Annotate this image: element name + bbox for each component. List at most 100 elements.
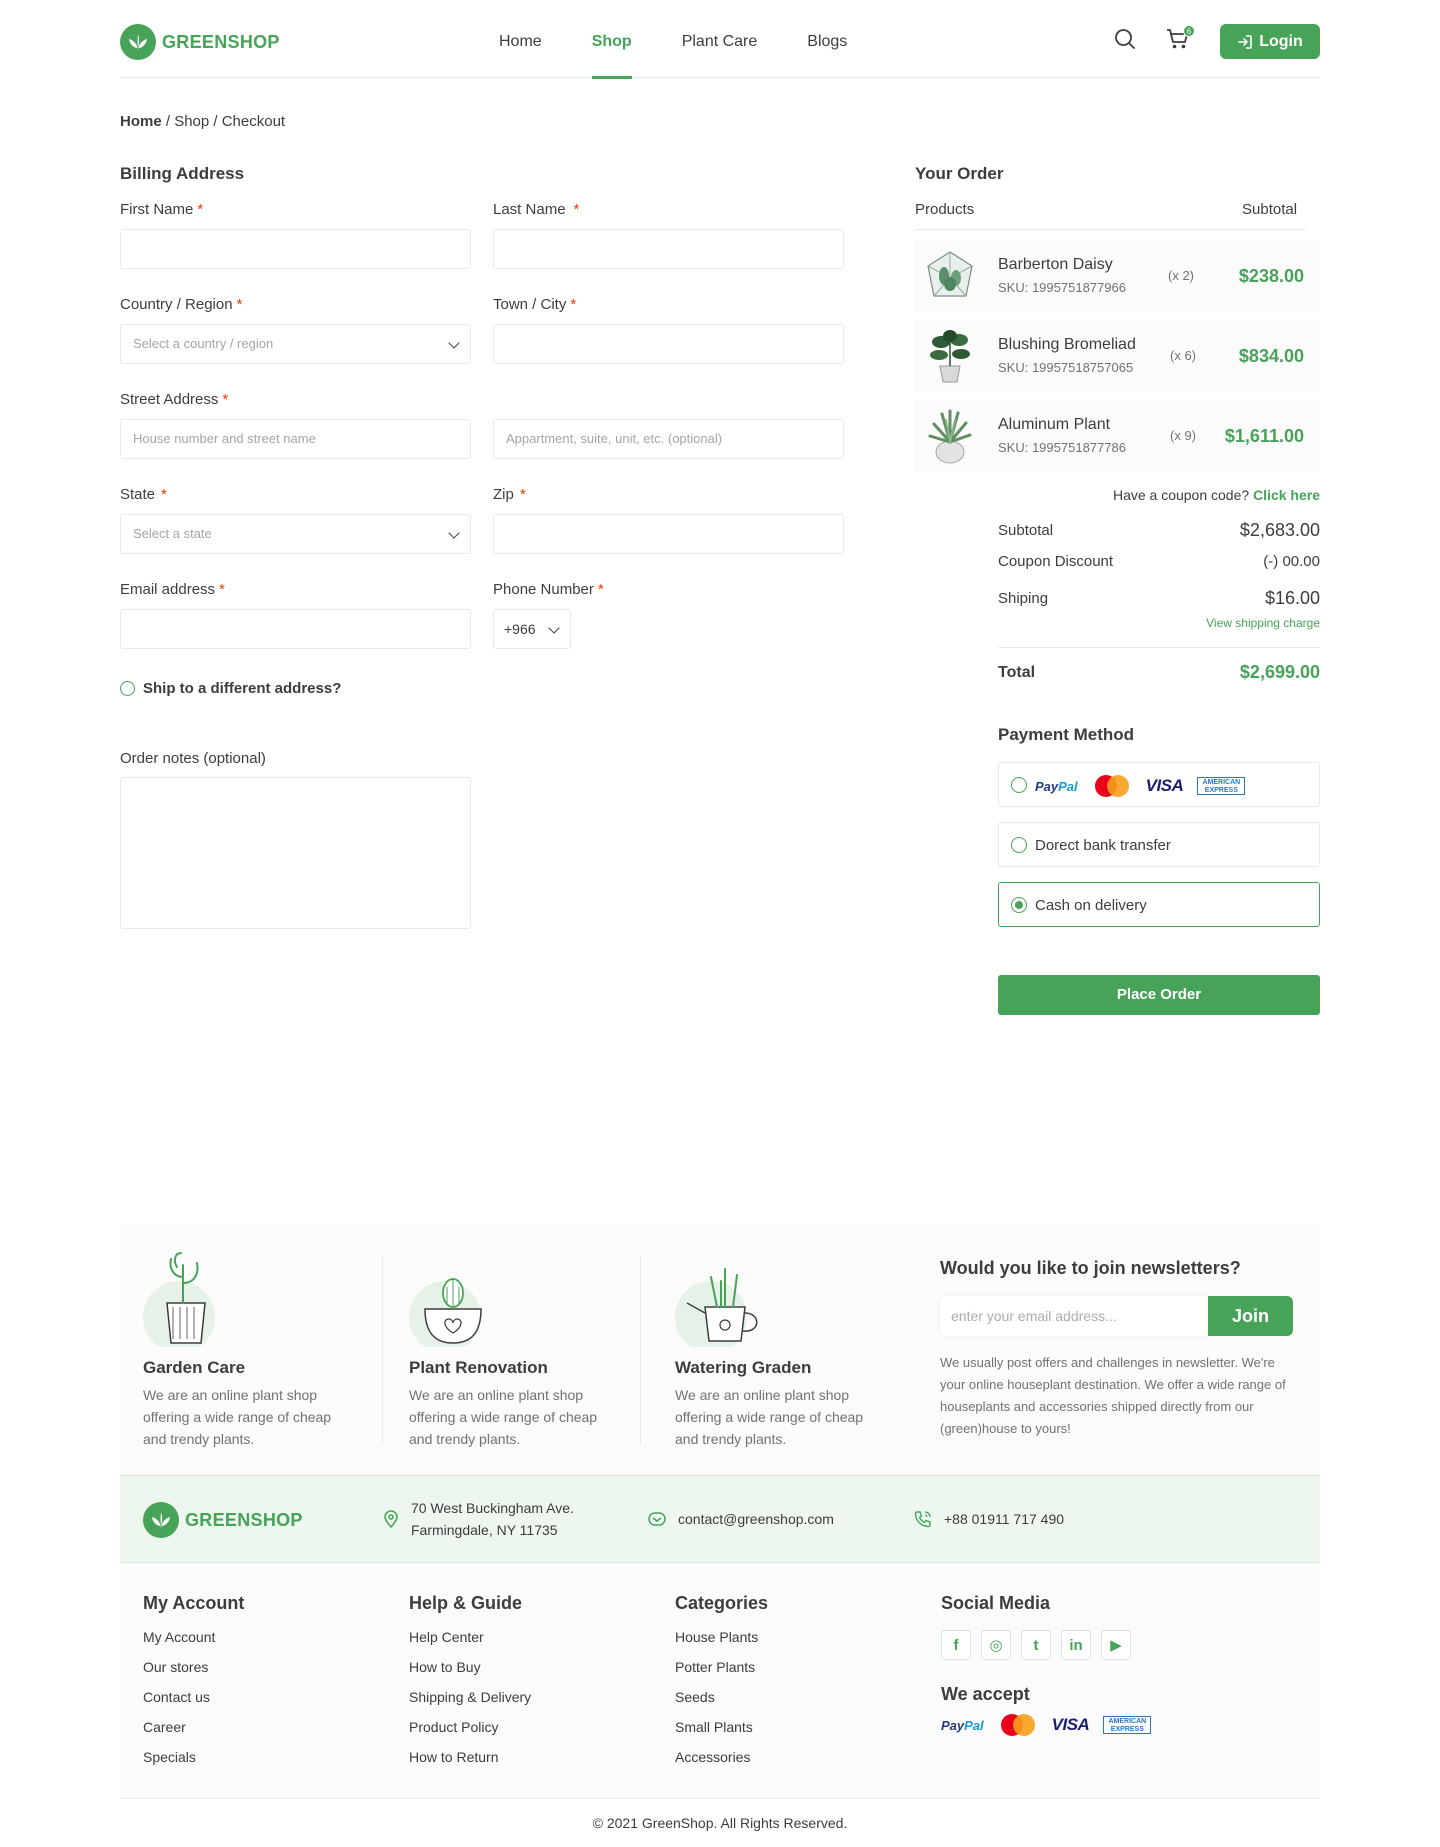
instagram-icon[interactable]: ◎ <box>981 1630 1011 1660</box>
column-title: Help & Guide <box>409 1593 523 1613</box>
cactus-pot-icon <box>143 1252 215 1347</box>
footer-link[interactable]: Shipping & Delivery <box>409 1682 531 1712</box>
zip-label: Zip * <box>493 486 526 503</box>
payment-option-cards[interactable]: PayPal VISA AMERICAN EXPRESS <box>998 762 1320 807</box>
total-divider <box>998 647 1320 648</box>
payment-option-cod[interactable]: Cash on delivery <box>998 882 1320 927</box>
first-name-input[interactable] <box>120 229 471 269</box>
product-name: Barberton Daisy <box>998 256 1113 273</box>
order-item: Blushing Bromeliad SKU: 19957518757065 (… <box>914 321 1320 391</box>
footer-link[interactable]: House Plants <box>675 1622 768 1652</box>
last-name-label: Last Name * <box>493 201 580 218</box>
newsletter-email-input[interactable]: enter your email address... <box>940 1296 1208 1336</box>
header-actions: 6 Login <box>1114 24 1320 59</box>
order-notes-label: Order notes (optional) <box>120 750 266 767</box>
product-price: $238.00 <box>1238 266 1304 286</box>
footer-features: Garden Care We are an online plant shop … <box>120 1225 1320 1475</box>
login-icon <box>1238 34 1253 49</box>
apartment-input[interactable]: Appartment, suite, unit, etc. (optional) <box>493 419 844 459</box>
coupon-discount-label: Coupon Discount <box>998 553 1114 570</box>
footer-logo[interactable]: GREENSHOP <box>143 1502 303 1538</box>
place-order-button[interactable]: Place Order <box>998 975 1320 1015</box>
breadcrumb-home[interactable]: Home <box>120 113 162 130</box>
payment-option-bank[interactable]: Dorect bank transfer <box>998 822 1320 867</box>
phone-label: Phone Number * <box>493 581 604 598</box>
feature-description: We are an online plant shop offering a w… <box>143 1387 332 1447</box>
logo[interactable]: GREENSHOP <box>120 24 280 60</box>
cart-icon[interactable]: 6 <box>1166 25 1195 55</box>
footer-col-categories: Categories House Plants Potter Plants Se… <box>675 1593 768 1772</box>
column-title: My Account <box>143 1593 245 1613</box>
product-sku: SKU: 19957518757065 <box>998 360 1134 375</box>
social-links: f ◎ t in ▶ <box>941 1630 1151 1660</box>
logo-leaf-icon <box>120 24 156 60</box>
footer-links: My Account My Account Our stores Contact… <box>120 1563 1320 1799</box>
paypal-logo: PayPal <box>1035 778 1078 794</box>
login-button[interactable]: Login <box>1220 24 1320 59</box>
footer-col-help: Help & Guide Help Center How to Buy Ship… <box>409 1593 531 1772</box>
footer-link[interactable]: Career <box>143 1712 244 1742</box>
facebook-icon[interactable]: f <box>941 1630 971 1660</box>
search-icon[interactable] <box>1114 28 1136 55</box>
state-select[interactable]: Select a state <box>120 514 471 554</box>
divider <box>382 1255 383 1445</box>
footer-link[interactable]: Small Plants <box>675 1712 768 1742</box>
total-value: $2,699.00 <box>1239 662 1320 682</box>
newsletter-description: We usually post offers and challenges in… <box>940 1355 1286 1436</box>
footer-link[interactable]: Seeds <box>675 1682 768 1712</box>
town-label: Town / City * <box>493 296 577 313</box>
order-notes-textarea[interactable] <box>120 777 471 929</box>
footer-address: 70 West Buckingham Ave. Farmingdale, NY 1… <box>383 1497 574 1541</box>
nav-blogs[interactable]: Blogs <box>807 0 847 78</box>
location-pin-icon <box>384 1510 398 1528</box>
products-column-header: Products <box>915 201 975 218</box>
payment-option-label: Cash on delivery <box>1035 897 1147 914</box>
payment-radio[interactable] <box>1011 777 1027 793</box>
coupon-link[interactable]: Click here <box>1253 487 1320 503</box>
footer-link[interactable]: Accessories <box>675 1742 768 1772</box>
nav-plant-care[interactable]: Plant Care <box>682 0 758 78</box>
payment-radio[interactable] <box>1011 837 1027 853</box>
footer-link[interactable]: My Account <box>143 1622 244 1652</box>
linkedin-icon[interactable]: in <box>1061 1630 1091 1660</box>
zip-input[interactable] <box>493 514 844 554</box>
ship-different-radio[interactable] <box>120 681 135 696</box>
footer-link[interactable]: Contact us <box>143 1682 244 1712</box>
product-price: $1,611.00 <box>1224 426 1304 446</box>
twitter-icon[interactable]: t <box>1021 1630 1051 1660</box>
street-input[interactable]: House number and street name <box>120 419 471 459</box>
footer-link[interactable]: Our stores <box>143 1652 244 1682</box>
potted-cactus-heart-icon <box>409 1278 482 1347</box>
footer-link[interactable]: Product Policy <box>409 1712 531 1742</box>
billing-title: Billing Address <box>120 164 245 183</box>
phone-code-select[interactable]: +966 <box>493 609 571 649</box>
town-input[interactable] <box>493 324 844 364</box>
footer-link[interactable]: How to Return <box>409 1742 531 1772</box>
feature-description: We are an online plant shop offering a w… <box>409 1387 598 1447</box>
footer-col-social: Social Media f ◎ t in ▶ We accept PayPal… <box>941 1593 1152 1737</box>
view-shipping-charge-link[interactable]: View shipping charge <box>1206 616 1320 630</box>
footer-email[interactable]: contact@greenshop.com <box>648 1508 834 1530</box>
footer-link[interactable]: Specials <box>143 1742 244 1772</box>
street-label: Street Address * <box>120 391 229 408</box>
ship-different-option[interactable]: Ship to a different address? <box>120 680 341 697</box>
youtube-icon[interactable]: ▶ <box>1101 1630 1131 1660</box>
coupon-discount-value: (-) 00.00 <box>1263 553 1320 570</box>
we-accept-title: We accept <box>941 1684 1030 1704</box>
first-name-label: First Name * <box>120 201 204 218</box>
nav-home[interactable]: Home <box>499 0 542 78</box>
footer-link[interactable]: Potter Plants <box>675 1652 768 1682</box>
logo-leaf-icon <box>143 1502 179 1538</box>
feature-title: Plant Renovation <box>409 1358 548 1377</box>
payment-method-title: Payment Method <box>998 725 1135 744</box>
last-name-input[interactable] <box>493 229 844 269</box>
email-input[interactable] <box>120 609 471 649</box>
footer-phone[interactable]: +88 01911 717 490 <box>914 1508 1064 1530</box>
nav-shop[interactable]: Shop <box>591 0 632 79</box>
country-select[interactable]: Select a country / region <box>120 324 471 364</box>
footer-link[interactable]: How to Buy <box>409 1652 531 1682</box>
payment-radio-selected[interactable] <box>1011 897 1027 913</box>
footer-link[interactable]: Help Center <box>409 1622 531 1652</box>
state-label: State * <box>120 486 167 503</box>
newsletter-join-button[interactable]: Join <box>1208 1296 1293 1336</box>
